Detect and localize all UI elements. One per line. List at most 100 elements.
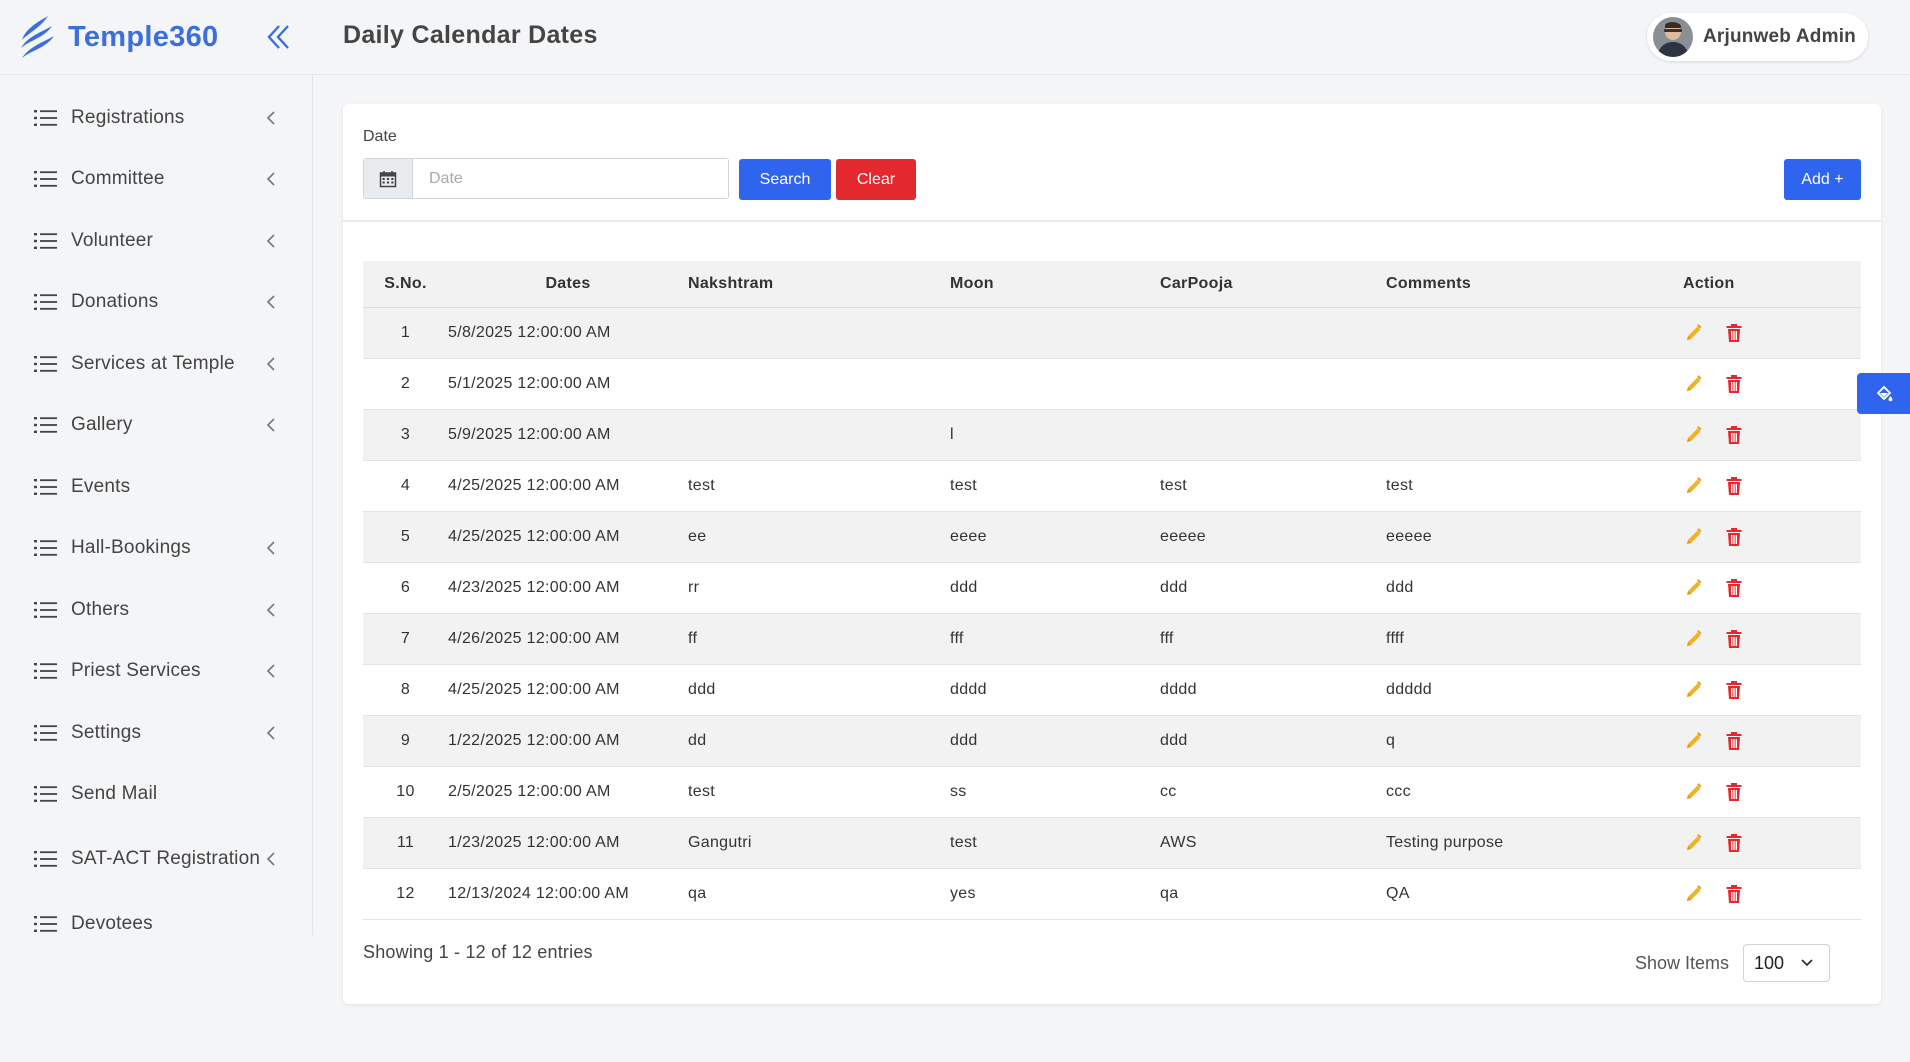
cell-nakshtram: rr — [688, 578, 700, 596]
sidebar-item-label: Services at Temple — [71, 352, 235, 374]
trash-icon[interactable] — [1723, 475, 1745, 497]
list-icon — [34, 850, 57, 868]
col-header-carpooja[interactable]: CarPooja — [1160, 261, 1386, 308]
chevron-left-icon — [266, 356, 276, 372]
pencil-icon[interactable] — [1683, 424, 1705, 446]
row-actions — [1683, 526, 1861, 548]
pencil-icon[interactable] — [1683, 832, 1705, 854]
cell-carpooja — [1160, 358, 1386, 409]
cell-carpooja: ddd — [1160, 731, 1188, 749]
pencil-icon[interactable] — [1683, 781, 1705, 803]
cell-carpooja: AWS — [1160, 833, 1197, 851]
trash-icon[interactable] — [1723, 679, 1745, 701]
cell-comments — [1386, 307, 1683, 358]
chevron-left-icon — [266, 663, 276, 679]
sidebar-item-priest-services[interactable]: Priest Services — [0, 641, 313, 703]
show-items-select[interactable]: 100 — [1743, 944, 1830, 982]
sidebar-item-label: Donations — [71, 291, 159, 313]
user-menu[interactable]: Arjunweb Admin — [1646, 13, 1868, 61]
date-input[interactable] — [413, 159, 728, 198]
sidebar-item-committee[interactable]: Committee — [0, 149, 313, 211]
col-header-sno[interactable]: S.No. — [363, 261, 448, 308]
entries-info: Showing 1 - 12 of 12 entries — [363, 942, 593, 962]
cell-nakshtram: dd — [688, 731, 707, 749]
col-header-moon[interactable]: Moon — [950, 261, 1160, 308]
sidebar-item-volunteer[interactable]: Volunteer — [0, 210, 313, 272]
cell-comments: eeeee — [1386, 527, 1432, 545]
chevron-left-icon — [266, 851, 276, 867]
trash-icon[interactable] — [1723, 832, 1745, 854]
chevron-left-icon — [266, 725, 276, 741]
row-actions — [1683, 883, 1861, 905]
trash-icon[interactable] — [1723, 730, 1745, 752]
col-header-comments[interactable]: Comments — [1386, 261, 1683, 308]
pencil-icon[interactable] — [1683, 577, 1705, 599]
clear-button[interactable]: Clear — [836, 159, 916, 200]
pencil-icon[interactable] — [1683, 628, 1705, 650]
pencil-icon[interactable] — [1683, 526, 1705, 548]
cell-moon: dddd — [950, 680, 987, 698]
col-header-nakshtram[interactable]: Nakshtram — [688, 261, 950, 308]
trash-icon[interactable] — [1723, 628, 1745, 650]
sidebar-item-send-mail[interactable]: Send Mail — [0, 764, 313, 826]
cell-action — [1683, 460, 1861, 511]
cell-nakshtram: qa — [688, 884, 707, 902]
cell-sno: 3 — [400, 425, 411, 443]
trash-icon[interactable] — [1723, 781, 1745, 803]
cell-comments: ddd — [1386, 578, 1414, 596]
list-icon — [34, 601, 57, 619]
sidebar-item-registrations[interactable]: Registrations — [0, 87, 313, 149]
add-button[interactable]: Add + — [1784, 159, 1861, 200]
row-actions — [1683, 424, 1861, 446]
cell-carpooja: eeeee — [1160, 527, 1206, 545]
trash-icon[interactable] — [1723, 526, 1745, 548]
row-actions — [1683, 475, 1861, 497]
trash-icon[interactable] — [1723, 322, 1745, 344]
cell-comments: test — [1386, 476, 1413, 494]
cell-action — [1683, 868, 1861, 919]
sidebar-divider — [312, 75, 313, 935]
cell-date: 4/23/2025 12:00:00 AM — [448, 578, 620, 596]
cell-sno: 12 — [396, 884, 415, 902]
calendar-dates-table: S.No. Dates Nakshtram Moon CarPooja Comm… — [363, 261, 1861, 920]
table-row: 11 1/23/2025 12:00:00 AM Gangutri test AWS Te… — [363, 817, 1861, 868]
sidebar-item-label: Committee — [71, 168, 165, 190]
cell-nakshtram: ff — [688, 629, 698, 647]
card-divider — [343, 220, 1881, 222]
temple-logo-icon — [21, 16, 54, 58]
trash-icon[interactable] — [1723, 577, 1745, 599]
trash-icon[interactable] — [1723, 373, 1745, 395]
trash-icon[interactable] — [1723, 424, 1745, 446]
sidebar-item-donations[interactable]: Donations — [0, 272, 313, 334]
calendar-icon[interactable] — [364, 159, 413, 198]
sidebar-item-hall-bookings[interactable]: Hall-Bookings — [0, 518, 313, 580]
pencil-icon[interactable] — [1683, 679, 1705, 701]
sidebar-item-sat-act-registration[interactable]: SAT-ACT Registration — [0, 825, 313, 893]
sidebar-item-devotees[interactable]: Devotees — [0, 893, 313, 955]
chevron-down-icon — [1801, 959, 1813, 967]
pencil-icon[interactable] — [1683, 883, 1705, 905]
collapse-sidebar-icon[interactable] — [265, 22, 291, 52]
cell-action — [1683, 511, 1861, 562]
table-row: 12 12/13/2024 12:00:00 AM qa yes qa QA — [363, 868, 1861, 919]
cell-action — [1683, 817, 1861, 868]
pencil-icon[interactable] — [1683, 373, 1705, 395]
cell-nakshtram: test — [688, 782, 715, 800]
cell-nakshtram: ee — [688, 527, 707, 545]
sidebar-item-label: Hall-Bookings — [71, 537, 191, 559]
sidebar-item-settings[interactable]: Settings — [0, 702, 313, 764]
pencil-icon[interactable] — [1683, 322, 1705, 344]
pencil-icon[interactable] — [1683, 475, 1705, 497]
theme-customizer-tab[interactable] — [1857, 373, 1910, 414]
row-actions — [1683, 730, 1861, 752]
search-button[interactable]: Search — [739, 159, 831, 200]
trash-icon[interactable] — [1723, 883, 1745, 905]
sidebar-item-others[interactable]: Others — [0, 579, 313, 641]
cell-moon: test — [950, 476, 977, 494]
pencil-icon[interactable] — [1683, 730, 1705, 752]
col-header-dates[interactable]: Dates — [448, 261, 688, 308]
list-icon — [34, 662, 57, 680]
sidebar-item-gallery[interactable]: Gallery — [0, 395, 313, 457]
sidebar-item-services-at-temple[interactable]: Services at Temple — [0, 333, 313, 395]
sidebar-item-events[interactable]: Events — [0, 456, 313, 518]
